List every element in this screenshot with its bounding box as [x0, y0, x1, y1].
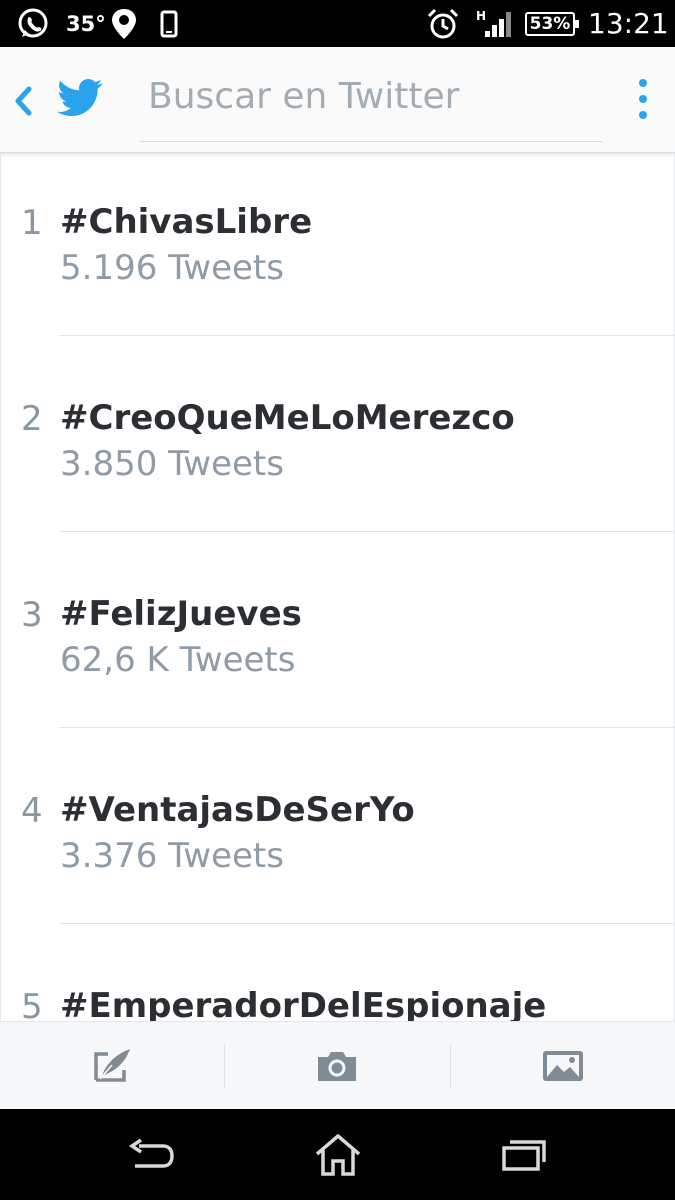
home-icon [315, 1133, 361, 1176]
trend-rank: 2 [21, 399, 43, 439]
signal-icon [484, 0, 516, 47]
divider [59, 531, 674, 532]
image-button[interactable] [451, 1022, 675, 1110]
trend-item[interactable]: 4 #VentajasDeSerYo 3.376 Tweets [1, 741, 674, 937]
trends-list: 1 #ChivasLibre 5.196 Tweets 2 #CreoQueMe… [0, 153, 675, 1021]
chevron-left-icon [15, 86, 32, 116]
recents-icon [502, 1139, 546, 1171]
overflow-dot [639, 111, 647, 119]
trend-item[interactable]: 2 #CreoQueMeLoMerezco 3.850 Tweets [1, 349, 674, 545]
camera-button[interactable] [225, 1022, 449, 1110]
trend-rank: 5 [21, 987, 43, 1021]
twitter-bird-icon [57, 79, 103, 117]
status-bar: 35° H 53% 13:21 [0, 0, 675, 47]
trend-rank: 1 [21, 203, 43, 243]
battery-percent-text: 53% [529, 13, 571, 34]
overflow-menu-button[interactable] [626, 74, 660, 124]
trend-name: #ChivasLibre [60, 202, 313, 242]
nav-home-button[interactable] [283, 1109, 393, 1200]
clock-text: 13:21 [588, 7, 669, 40]
trend-name: #CreoQueMeLoMerezco [60, 398, 515, 438]
camera-icon [318, 1052, 356, 1081]
trend-tweet-count: 5.196 Tweets [60, 248, 284, 288]
trend-item[interactable]: 5 #EmperadorDelEspionaje [1, 937, 674, 1021]
compose-tweet-button[interactable] [0, 1022, 224, 1110]
phone-icon [160, 0, 178, 47]
trend-tweet-count: 3.850 Tweets [60, 444, 284, 484]
battery-icon: 53% [525, 0, 579, 47]
divider [59, 923, 674, 924]
back-button[interactable] [8, 82, 38, 120]
divider [59, 727, 674, 728]
search-input[interactable] [140, 69, 602, 119]
trend-tweet-count: 3.376 Tweets [60, 836, 284, 876]
alarm-icon [426, 0, 460, 47]
trend-item[interactable]: 1 #ChivasLibre 5.196 Tweets [1, 153, 674, 349]
nav-recents-button[interactable] [469, 1109, 579, 1200]
search-field[interactable] [140, 69, 602, 142]
trend-rank: 4 [21, 791, 43, 831]
divider [59, 335, 674, 336]
trend-name: #VentajasDeSerYo [60, 790, 415, 830]
whatsapp-icon [16, 0, 50, 47]
image-icon [543, 1051, 583, 1081]
nav-back-button[interactable] [96, 1109, 206, 1200]
overflow-dot [639, 95, 647, 103]
system-nav-bar [0, 1109, 675, 1200]
temperature-text: 35° [66, 11, 106, 36]
location-icon [110, 0, 138, 47]
compose-toolbar [0, 1021, 675, 1110]
app-bar [0, 47, 675, 153]
trend-name: #FelizJueves [60, 594, 302, 634]
trend-item[interactable]: 3 #FelizJueves 62,6 K Tweets [1, 545, 674, 741]
overflow-dot [639, 79, 647, 87]
trend-tweet-count: 62,6 K Tweets [60, 640, 296, 680]
trend-name: #EmperadorDelEspionaje [60, 986, 547, 1021]
compose-icon [94, 1049, 130, 1082]
back-icon [128, 1138, 174, 1168]
trend-rank: 3 [21, 595, 43, 635]
